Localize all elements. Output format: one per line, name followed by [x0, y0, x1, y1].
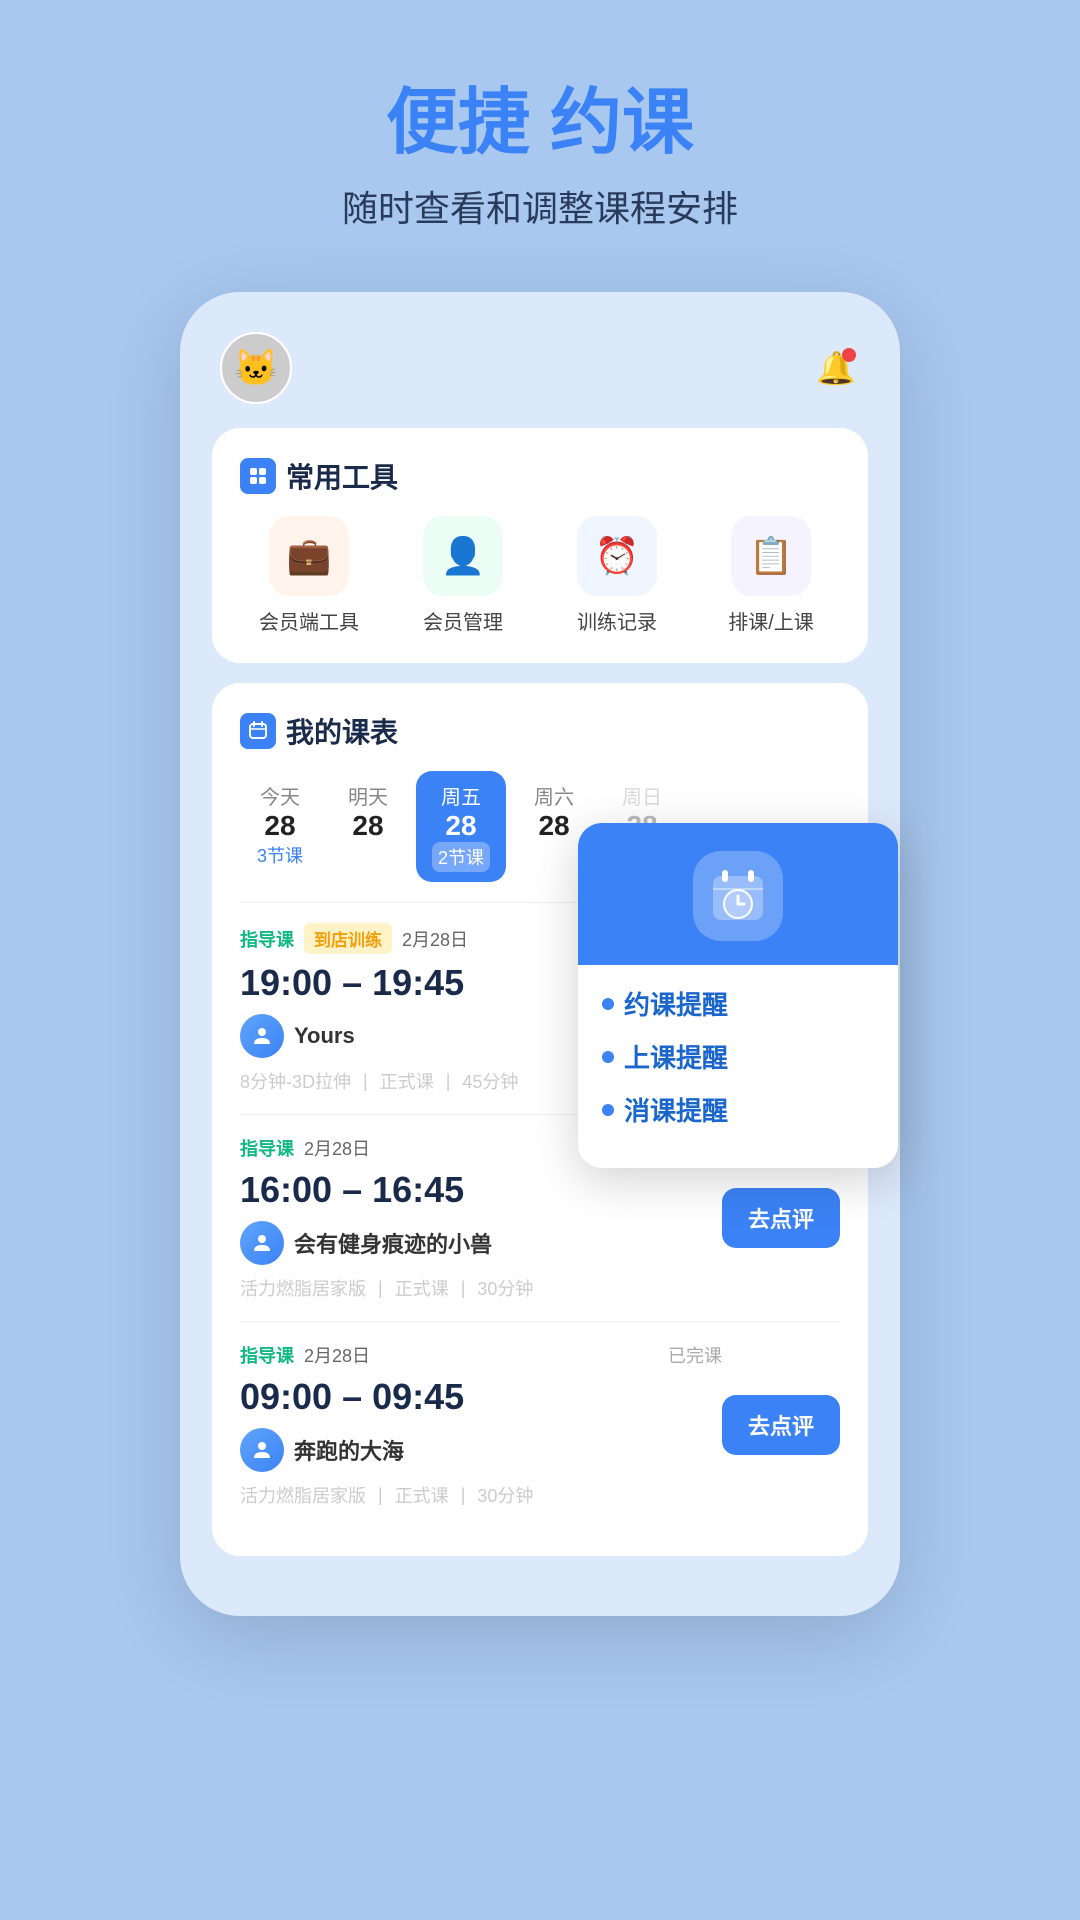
lesson-tags-2: 指导课 2月28日 已完课	[240, 1342, 722, 1368]
avatar[interactable]: 🐱	[220, 332, 292, 404]
popup-item-2: 消课提醒	[602, 1091, 874, 1128]
tools-header: 常用工具	[240, 456, 840, 496]
tag-done-2: 已完课	[668, 1342, 722, 1368]
bell-icon[interactable]: 🔔	[812, 344, 860, 392]
trainer-name-1: 会有健身痕迹的小兽	[294, 1227, 492, 1259]
tool-icon-manage: 👤	[423, 516, 503, 596]
meta-sep-1: |	[446, 1071, 451, 1092]
popup-dot-0	[602, 998, 614, 1010]
lesson-time-2: 09:00 – 09:45	[240, 1376, 722, 1418]
trainer-avatar-2	[240, 1428, 284, 1472]
meta-sep-2-0: |	[378, 1485, 383, 1506]
schedule-title: 我的课表	[286, 711, 398, 751]
tool-label-3: 排课/上课	[728, 606, 814, 635]
tag-guide-2: 指导课	[240, 1342, 294, 1368]
headline-title: 便捷 约课	[342, 80, 738, 166]
popup-body: 约课提醒 上课提醒 消课提醒	[578, 965, 898, 1168]
meta-0-1: 正式课	[380, 1068, 434, 1094]
popup-text-1: 上课提醒	[624, 1038, 728, 1075]
day-label-3: 周六	[534, 781, 574, 810]
day-label-1: 明天	[348, 781, 388, 810]
tool-icon-record: ⏰	[577, 516, 657, 596]
lesson-trainer-1: 会有健身痕迹的小兽	[240, 1221, 722, 1265]
reminder-popup: 约课提醒 上课提醒 消课提醒	[578, 823, 898, 1168]
popup-item-1: 上课提醒	[602, 1038, 874, 1075]
meta-sep-1-0: |	[378, 1278, 383, 1299]
lesson-info-2: 指导课 2月28日 已完课 09:00 – 09:45 奔跑的大海	[240, 1342, 722, 1508]
headline-main: 便捷	[386, 83, 530, 163]
tag-instore-0: 到店训练	[304, 923, 392, 954]
tool-label-0: 会员端工具	[259, 606, 359, 635]
meta-0-2: 45分钟	[462, 1068, 518, 1094]
bell-badge	[842, 348, 856, 362]
day-tomorrow[interactable]: 明天 28	[328, 771, 408, 882]
meta-1-2: 30分钟	[477, 1275, 533, 1301]
tag-date-0: 2月28日	[402, 926, 468, 952]
meta-2-2: 30分钟	[477, 1482, 533, 1508]
popup-text-2: 消课提醒	[624, 1091, 728, 1128]
day-friday[interactable]: 周五 28 2节课	[416, 771, 506, 882]
tool-icon-member: 💼	[269, 516, 349, 596]
meta-0-0: 8分钟-3D拉伸	[240, 1068, 351, 1094]
day-label-2: 周五	[441, 781, 481, 810]
meta-2-0: 活力燃脂居家版	[240, 1482, 366, 1508]
tag-guide-1: 指导课	[240, 1135, 294, 1161]
trainer-avatar-1	[240, 1221, 284, 1265]
meta-sep-1-1: |	[461, 1278, 466, 1299]
tool-item-3[interactable]: 📋 排课/上课	[702, 516, 840, 635]
day-today[interactable]: 今天 28 3节课	[240, 771, 320, 882]
meta-sep-0: |	[363, 1071, 368, 1092]
lesson-meta-1: 活力燃脂居家版 | 正式课 | 30分钟	[240, 1275, 722, 1301]
tag-guide-0: 指导课	[240, 926, 294, 952]
review-button-2[interactable]: 去点评	[722, 1395, 840, 1455]
tools-card: 常用工具 💼 会员端工具 👤 会员管理 ⏰ 训练记录 📋 排课/上课	[212, 428, 868, 663]
phone-frame: 🐱 🔔 常用工具 💼 会员端工具 👤	[180, 292, 900, 1616]
schedule-header: 我的课表	[240, 711, 840, 751]
meta-1-1: 正式课	[395, 1275, 449, 1301]
schedule-card: 我的课表 今天 28 3节课 明天 28 周五 28 2节课 周六 28	[212, 683, 868, 1556]
popup-text-0: 约课提醒	[624, 985, 728, 1022]
tag-date-2: 2月28日	[304, 1342, 370, 1368]
popup-calendar-icon	[693, 851, 783, 941]
tool-label-1: 会员管理	[423, 606, 503, 635]
tool-icon-schedule: 📋	[731, 516, 811, 596]
lesson-meta-2: 活力燃脂居家版 | 正式课 | 30分钟	[240, 1482, 722, 1508]
day-number-1: 28	[352, 810, 383, 842]
headline-section: 便捷 约课 随时查看和调整课程安排	[342, 80, 738, 232]
popup-dot-1	[602, 1051, 614, 1063]
popup-header	[578, 823, 898, 965]
tools-grid: 💼 会员端工具 👤 会员管理 ⏰ 训练记录 📋 排课/上课	[240, 516, 840, 635]
trainer-avatar-0	[240, 1014, 284, 1058]
meta-1-0: 活力燃脂居家版	[240, 1275, 366, 1301]
trainer-name-2: 奔跑的大海	[294, 1434, 404, 1466]
meta-sep-2-1: |	[461, 1485, 466, 1506]
day-number-3: 28	[538, 810, 569, 842]
lesson-row-2: 指导课 2月28日 已完课 09:00 – 09:45 奔跑的大海	[240, 1342, 840, 1508]
tag-date-1: 2月28日	[304, 1135, 370, 1161]
phone-header: 🐱 🔔	[212, 332, 868, 404]
headline-accent: 约课	[550, 83, 694, 163]
headline-subtitle: 随时查看和调整课程安排	[342, 180, 738, 232]
tool-item-1[interactable]: 👤 会员管理	[394, 516, 532, 635]
popup-dot-2	[602, 1104, 614, 1116]
review-button-1[interactable]: 去点评	[722, 1188, 840, 1248]
tool-item-0[interactable]: 💼 会员端工具	[240, 516, 378, 635]
popup-item-0: 约课提醒	[602, 985, 874, 1022]
day-number-0: 28	[264, 810, 295, 842]
meta-2-1: 正式课	[395, 1482, 449, 1508]
tools-icon	[240, 458, 276, 494]
schedule-icon	[240, 713, 276, 749]
day-label-0: 今天	[260, 781, 300, 810]
day-sessions-0: 3节课	[257, 842, 303, 868]
day-number-2: 28	[445, 810, 476, 842]
day-sessions-2: 2节课	[432, 842, 490, 872]
tool-label-2: 训练记录	[577, 606, 657, 635]
tool-item-2[interactable]: ⏰ 训练记录	[548, 516, 686, 635]
lesson-item-2: 指导课 2月28日 已完课 09:00 – 09:45 奔跑的大海	[240, 1321, 840, 1528]
trainer-name-0: Yours	[294, 1023, 355, 1049]
lesson-time-1: 16:00 – 16:45	[240, 1169, 722, 1211]
tools-title: 常用工具	[286, 456, 398, 496]
lesson-trainer-2: 奔跑的大海	[240, 1428, 722, 1472]
day-label-4: 周日	[622, 781, 662, 810]
